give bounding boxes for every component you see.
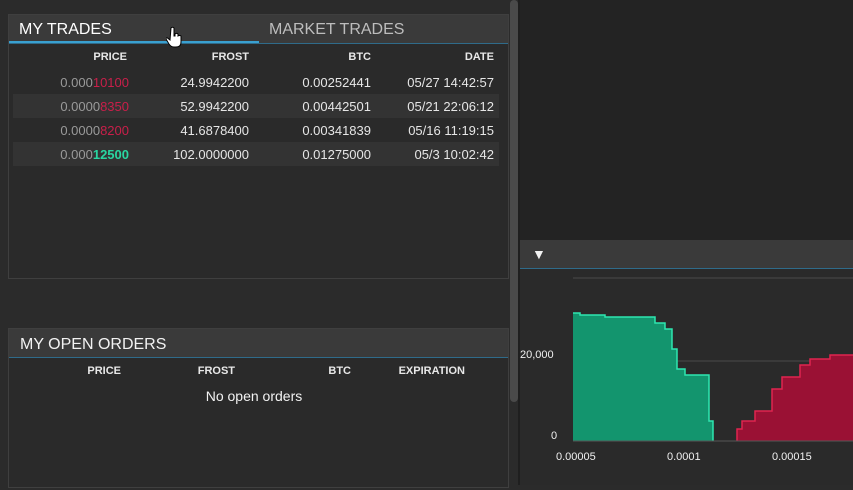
col-price: PRICE <box>93 51 127 63</box>
cell-price: 0.00008200 <box>33 123 129 138</box>
depth-chart-toolbar: ▼ <box>520 240 853 269</box>
cell-date: 05/21 22:06:12 <box>407 99 494 114</box>
cell-date: 05/27 14:42:57 <box>407 75 494 90</box>
tab-market-trades[interactable]: MARKET TRADES <box>259 15 509 43</box>
price-suffix: 8200 <box>100 123 129 138</box>
empty-state-text: No open orders <box>205 388 303 404</box>
cell-btc: 0.00341839 <box>302 123 371 138</box>
cell-btc: 0.01275000 <box>302 147 371 162</box>
price-prefix: 0.0000 <box>60 123 101 138</box>
price-prefix: 0.000 <box>60 147 93 162</box>
col-btc: BTC <box>348 51 371 63</box>
cell-price: 0.00008350 <box>33 99 129 114</box>
trades-tabs: MY TRADES MARKET TRADES <box>9 15 508 44</box>
table-row: 0.00010100 24.9942200 0.00252441 05/27 14:4… <box>13 70 499 94</box>
cell-frost: 52.9942200 <box>180 99 249 114</box>
ask-area <box>737 355 853 441</box>
open-orders-panel: MY OPEN ORDERS PRICE FROST BTC EXPIRATIO… <box>8 328 509 488</box>
table-row: 0.00008350 52.9942200 0.00442501 05/21 22:0… <box>13 94 499 118</box>
price-suffix: 8350 <box>100 99 129 114</box>
my-trades-panel: MY TRADES MARKET TRADES PRICE FROST BTC … <box>8 14 509 279</box>
x-tick-label: 0.00015 <box>772 451 812 463</box>
cell-price: 0.00012500 <box>33 147 129 162</box>
open-orders-header: MY OPEN ORDERS <box>9 329 508 358</box>
chart-top-area <box>520 0 853 240</box>
price-prefix: 0.0000 <box>60 99 101 114</box>
cell-frost: 24.9942200 <box>180 75 249 90</box>
cell-date: 05/16 11:19:15 <box>408 123 494 138</box>
triangle-down-icon[interactable]: ▼ <box>532 246 546 262</box>
col-price: PRICE <box>87 365 121 377</box>
cell-frost: 41.6878400 <box>180 123 249 138</box>
tab-my-trades[interactable]: MY TRADES <box>9 15 259 43</box>
x-tick-label: 0.0001 <box>667 451 701 463</box>
col-frost: FROST <box>211 51 249 63</box>
cell-btc: 0.00252441 <box>302 75 371 90</box>
col-expiration: EXPIRATION <box>398 365 465 377</box>
price-suffix: 12500 <box>92 147 129 162</box>
x-tick-label: 0.00005 <box>556 451 596 463</box>
y-tick-label: 20,000 <box>520 349 554 361</box>
table-row: 0.00012500 102.0000000 0.01275000 05/3 10:0… <box>13 142 499 166</box>
y-tick-label: 0 <box>551 430 558 442</box>
bid-area <box>573 313 713 441</box>
col-date: DATE <box>464 51 494 63</box>
table-row: 0.00008200 41.6878400 0.00341839 05/16 11:1… <box>13 118 499 142</box>
cell-btc: 0.00442501 <box>302 99 371 114</box>
col-btc: BTC <box>328 365 351 377</box>
hand-cursor-icon <box>166 26 182 48</box>
col-frost: FROST <box>197 365 235 377</box>
open-orders-title: MY OPEN ORDERS <box>20 336 167 353</box>
cell-frost: 102.0000000 <box>173 147 249 162</box>
price-prefix: 0.000 <box>60 75 93 90</box>
scrollbar-thumb[interactable] <box>510 0 518 402</box>
price-suffix: 10100 <box>92 75 129 90</box>
cell-date: 05/3 10:02:42 <box>414 147 494 162</box>
cell-price: 0.00010100 <box>33 75 129 90</box>
depth-chart: 20,000 0 0.00005 0.0001 0.00015 <box>520 269 853 485</box>
